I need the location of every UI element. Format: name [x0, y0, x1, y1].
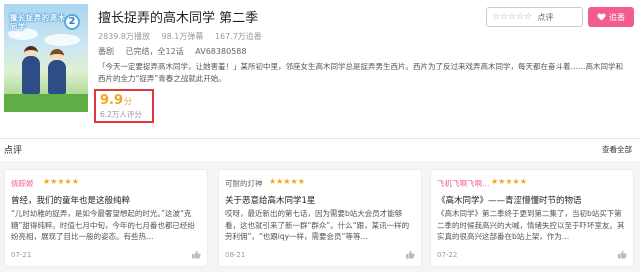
review-title[interactable]: 曾经，我们的童年也是这般纯粹	[11, 194, 130, 206]
follow-button[interactable]: 追番	[588, 7, 634, 27]
review-text: 《高木同学》第二季终于更到第二集了，当初b站买下第二季的时候我高兴的大喊，情绪失…	[437, 209, 625, 241]
rate-button[interactable]: ☆☆☆☆☆ 点评	[486, 7, 583, 27]
anime-cover-image[interactable]: 擅长捉弄的高木同学 2	[4, 4, 88, 112]
cover-cloud	[44, 34, 80, 46]
section-divider	[0, 138, 640, 139]
heart-icon	[597, 13, 606, 21]
follow-count: 167.7万追番	[214, 32, 262, 41]
anime-description: 「今天一定要捉弄高木同学，让她害羞！」某所初中里，邻座女生高木同学总是捉弄男生西…	[98, 62, 623, 83]
follow-label: 追番	[609, 12, 625, 22]
score-value: 9.9	[100, 93, 124, 108]
rate-label: 点评	[537, 12, 554, 22]
review-date: 07-22	[437, 251, 458, 259]
review-username[interactable]: 飞机飞啊飞啊…	[437, 178, 490, 189]
cover-character-body	[22, 56, 40, 94]
score-value-row: 9.9分	[100, 93, 152, 108]
view-all-link[interactable]: 查看全部	[602, 144, 632, 155]
av-number: AV68380588	[195, 47, 247, 56]
category-tag[interactable]: 番剧	[98, 47, 114, 56]
reviews-section-title: 点评	[4, 146, 23, 156]
review-title[interactable]: 《高木同学》——青涩懵懂时节的物语	[437, 194, 582, 206]
cover-season-badge: 2	[64, 14, 80, 30]
review-username[interactable]: 可耐的灯神	[225, 178, 263, 189]
review-username[interactable]: 倩踪姬	[11, 178, 34, 189]
review-stars-icon: ★★★★★	[269, 177, 305, 186]
thumbs-up-icon[interactable]	[191, 250, 201, 259]
thumbs-up-icon[interactable]	[617, 250, 627, 259]
thumbs-up-icon[interactable]	[405, 250, 415, 259]
rating-count: 6.2万人评分	[100, 110, 142, 119]
review-title[interactable]: 关于恶意给高木同学1星	[225, 194, 315, 206]
cover-title-art: 擅长捉弄的高木同学	[10, 14, 66, 31]
episode-status: 已完结，全12话	[125, 47, 184, 56]
review-date: 07-21	[11, 251, 32, 259]
danmaku-count: 98.1万弹幕	[161, 32, 204, 41]
empty-stars-icon: ☆☆☆☆☆	[492, 12, 533, 22]
review-card[interactable]: 可耐的灯神 ★★★★★ 关于恶意给高木同学1星 哎呀，最近新出的第七话，因为需要…	[218, 169, 422, 267]
review-card[interactable]: 倩踪姬 ★★★★★ 曾经，我们的童年也是这般纯粹 “儿时幼稚的捉弄，是如今最奢望…	[4, 169, 208, 267]
cover-grass	[4, 94, 88, 112]
score-unit: 分	[124, 97, 133, 106]
anime-title[interactable]: 擅长捉弄的高木同学 第二季	[98, 7, 258, 26]
review-text: 哎呀，最近新出的第七话，因为需要b站大会员才能够看，这也就引来了新一群“群众”。…	[225, 209, 410, 241]
review-stars-icon: ★★★★★	[43, 177, 79, 186]
stats-line: 2839.8万播放 98.1万弹幕 167.7万追番	[98, 31, 271, 42]
cover-character-body	[48, 60, 66, 94]
review-stars-icon: ★★★★★	[491, 177, 527, 186]
review-card[interactable]: 飞机飞啊飞啊… ★★★★★ 《高木同学》——青涩懵懂时节的物语 《高木同学》第二…	[430, 169, 634, 267]
review-text: “儿时幼稚的捉弄，是如今最奢望想起的时光。”这波“克糖”甜得纯粹。时值七月中旬，…	[11, 209, 195, 241]
review-date: 08-21	[225, 251, 246, 259]
play-count: 2839.8万播放	[98, 32, 150, 41]
info-line: 番剧 已完结，全12话 AV68380588	[98, 46, 255, 57]
score-panel: 9.9分 6.2万人评分	[94, 89, 154, 123]
